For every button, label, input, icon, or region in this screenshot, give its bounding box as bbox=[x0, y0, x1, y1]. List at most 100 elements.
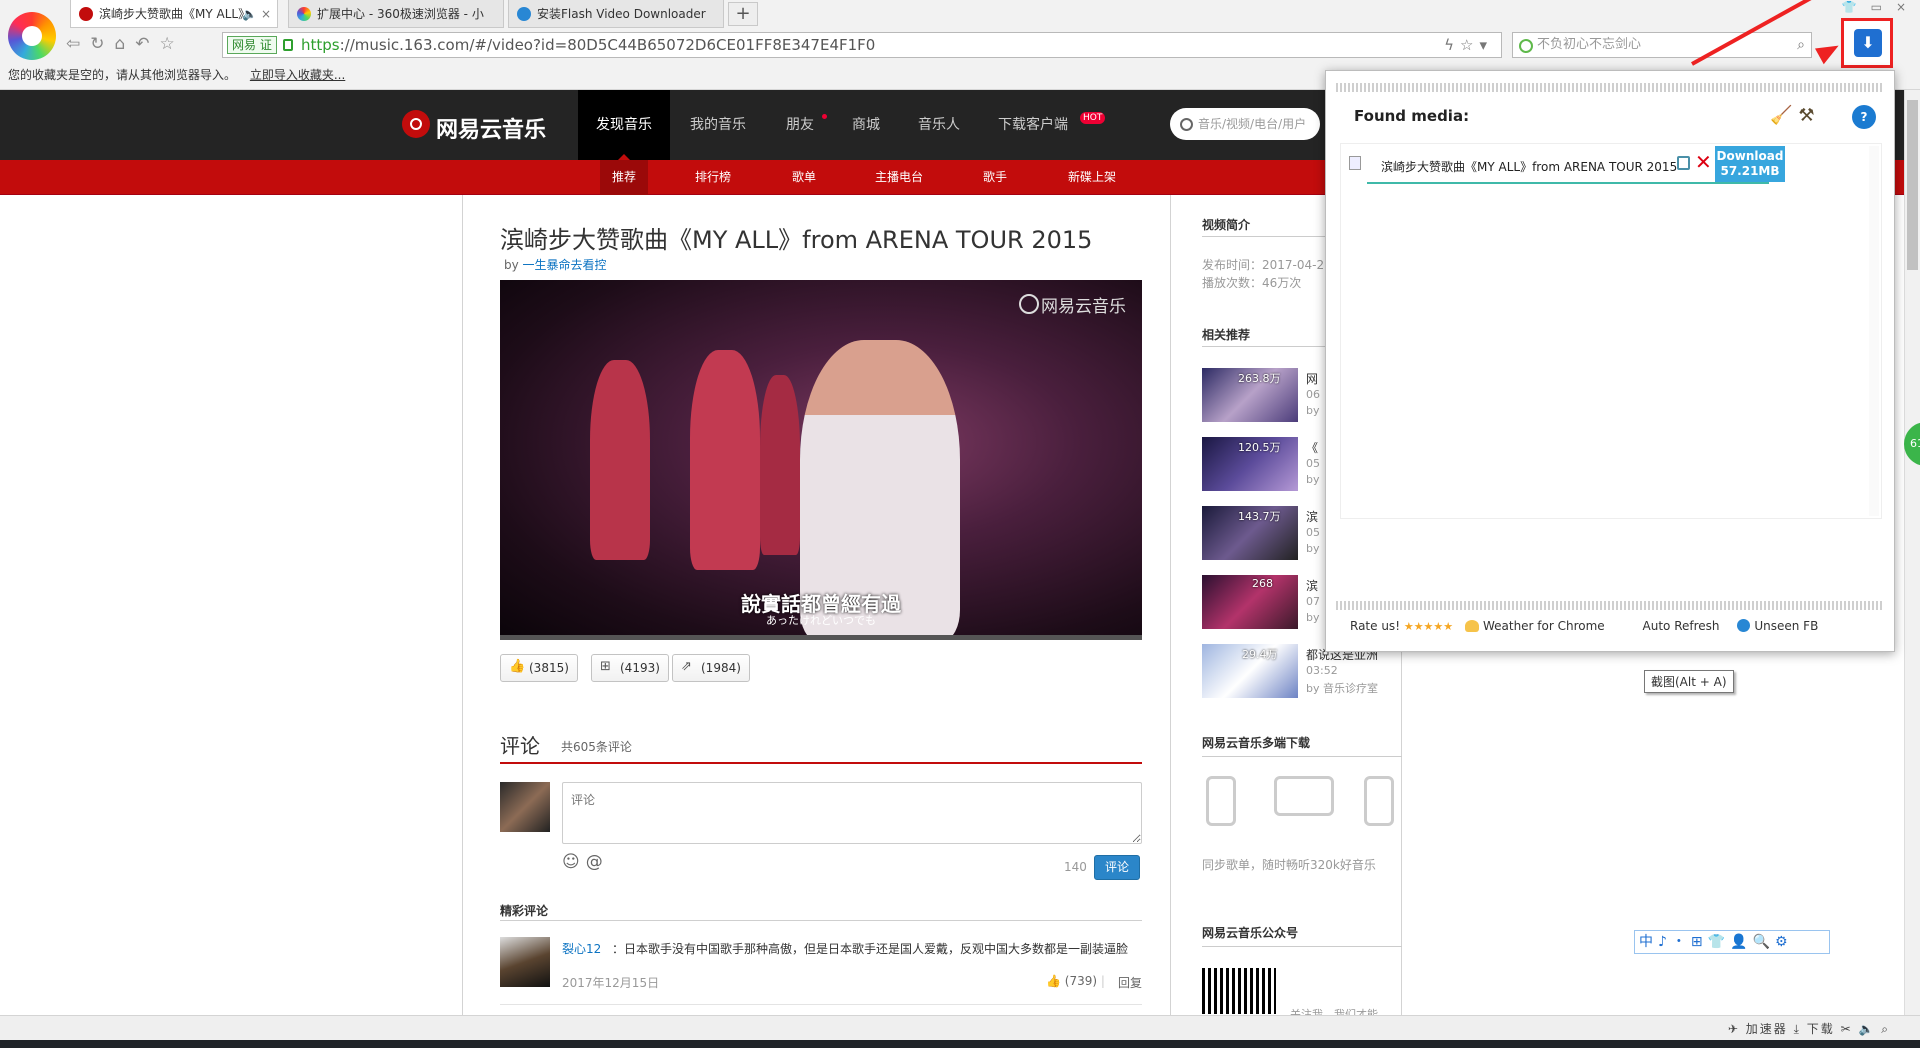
tab-flash-downloader[interactable]: 安装Flash Video Downloader bbox=[508, 0, 724, 28]
accelerator-label[interactable]: 加速器 bbox=[1746, 1022, 1788, 1036]
subnav-radio[interactable]: 主播电台 bbox=[875, 160, 923, 195]
rate-us-link[interactable]: Rate us! bbox=[1350, 619, 1400, 633]
subnav-artists[interactable]: 歌手 bbox=[983, 160, 1007, 195]
help-icon[interactable]: ? bbox=[1852, 105, 1876, 129]
reply-link[interactable]: 回复 bbox=[1118, 974, 1142, 991]
popup-grip-top[interactable] bbox=[1336, 83, 1884, 92]
unseen-fb-link[interactable]: Unseen FB bbox=[1754, 619, 1818, 633]
site-search-input[interactable]: 音乐/视频/电台/用户 bbox=[1170, 108, 1320, 140]
zoom-icon[interactable]: ⌕ bbox=[1881, 1022, 1890, 1036]
site-logo[interactable]: 网易云音乐 bbox=[402, 110, 546, 144]
popup-grip-bottom[interactable] bbox=[1336, 601, 1884, 610]
tab-netease[interactable]: 滨崎步大赞歌曲《MY ALL》 🔈 × bbox=[70, 0, 278, 28]
tab-extensions[interactable]: 扩展中心 - 360极速浏览器 - 小 bbox=[288, 0, 504, 28]
comment-divider bbox=[500, 1004, 1142, 1005]
nav-discover[interactable]: 发现音乐 bbox=[578, 90, 670, 160]
share-button[interactable]: ⇗ (1984) bbox=[672, 654, 750, 682]
thumbs-up-icon: 👍 bbox=[1046, 974, 1061, 988]
download-icon[interactable]: ⤓ bbox=[1794, 1022, 1801, 1036]
url-text[interactable]: https://music.163.com/#/video?id=80D5C44… bbox=[301, 36, 875, 54]
share-icon: ⇗ bbox=[681, 659, 692, 674]
windows-device-icon[interactable] bbox=[1274, 776, 1334, 816]
media-list: 滨崎步大赞歌曲《MY ALL》from ARENA TOUR 2015 ✕ Do… bbox=[1340, 143, 1882, 519]
weather-link[interactable]: Weather for Chrome bbox=[1483, 619, 1605, 633]
status-items: ✈ 加速器 ⤓ 下载 ✂ 🔈 ⌕ bbox=[1728, 1020, 1890, 1037]
video-title: 滨崎步大赞歌曲《MY ALL》from ARENA TOUR 2015 bbox=[500, 226, 1093, 254]
screenshot-icon[interactable]: ✂ bbox=[1841, 1022, 1853, 1036]
address-bar[interactable]: 网易 证 https://music.163.com/#/video?id=80… bbox=[222, 32, 1502, 58]
commenter-avatar[interactable] bbox=[500, 937, 550, 987]
download-button[interactable]: Download 57.21MB bbox=[1715, 146, 1785, 182]
subnav-ranking[interactable]: 排行榜 bbox=[695, 160, 731, 195]
home-icon[interactable]: ⌂ bbox=[115, 34, 136, 54]
mention-icon[interactable]: @ bbox=[586, 852, 609, 872]
skin-icon[interactable]: 👕 bbox=[1842, 0, 1871, 14]
page-scrollbar[interactable] bbox=[1904, 90, 1920, 1015]
netease-tab-icon bbox=[79, 7, 93, 21]
browser-search-input[interactable]: 不负初心不忘剑心 ⌕ bbox=[1512, 32, 1812, 58]
video-player[interactable]: 网易云音乐 說實話都曾經有過 あったけれどいつでも bbox=[500, 280, 1142, 640]
media-progress-line bbox=[1367, 182, 1769, 184]
subnav-playlists[interactable]: 歌单 bbox=[792, 160, 816, 195]
rating-stars[interactable]: ★★★★★ bbox=[1404, 620, 1453, 633]
broom-icon[interactable]: 🧹 bbox=[1770, 105, 1798, 126]
popup-scrollbar[interactable] bbox=[1869, 146, 1879, 516]
emoji-icon[interactable]: ☺ bbox=[562, 852, 586, 872]
import-bookmarks-link[interactable]: 立即导入收藏夹... bbox=[250, 68, 345, 82]
nav-musician[interactable]: 音乐人 bbox=[918, 90, 960, 160]
like-button[interactable]: 👍 (3815) bbox=[500, 654, 578, 682]
site-verified-badge[interactable]: 网易 证 bbox=[227, 36, 277, 54]
video-progress-bar[interactable] bbox=[500, 635, 1142, 640]
submit-comment-button[interactable]: 评论 bbox=[1094, 855, 1140, 880]
copy-icon[interactable] bbox=[1677, 156, 1690, 170]
remove-icon[interactable]: ✕ bbox=[1695, 150, 1712, 174]
window-controls[interactable]: 👕▭× bbox=[1842, 0, 1920, 18]
apple-device-icon[interactable] bbox=[1206, 776, 1236, 826]
dropdown-arrow-icon[interactable]: ▾ bbox=[1479, 36, 1493, 54]
ime-toolbar[interactable]: 中♪・⊞👕👤🔍⚙ bbox=[1634, 930, 1830, 954]
related-video[interactable]: 29.4万 都说这是亚洲 03:52 by 音乐诊疗室 bbox=[1202, 644, 1402, 700]
nav-store[interactable]: 商城 bbox=[852, 90, 880, 160]
tools-icon[interactable]: ⚒ bbox=[1798, 105, 1820, 126]
comment-like-button[interactable]: 👍 (739) | bbox=[1046, 974, 1105, 988]
download-label[interactable]: 下载 bbox=[1807, 1022, 1835, 1036]
nav-my-music[interactable]: 我的音乐 bbox=[690, 90, 746, 160]
commenter-name[interactable]: 裂心12 bbox=[562, 940, 601, 957]
android-device-icon[interactable] bbox=[1364, 776, 1394, 826]
subnav-new-albums[interactable]: 新碟上架 bbox=[1068, 160, 1116, 195]
char-limit: 140 bbox=[1064, 860, 1087, 874]
screenshot-tooltip: 截图(Alt + A) bbox=[1644, 670, 1734, 693]
hot-comments-divider bbox=[500, 920, 1142, 921]
star-icon[interactable]: ☆ bbox=[160, 34, 185, 54]
wechat-title: 网易云音乐公众号 bbox=[1202, 926, 1299, 940]
accelerator-icon[interactable]: ✈ bbox=[1728, 1022, 1740, 1036]
collect-button[interactable]: ⊞ (4193) bbox=[591, 654, 669, 682]
video-downloader-extension-button[interactable]: ⬇ bbox=[1841, 18, 1893, 68]
bookmark-star-icon[interactable]: ☆ bbox=[1460, 36, 1479, 54]
hot-badge: HOT bbox=[1080, 112, 1106, 124]
browser-logo[interactable] bbox=[8, 12, 56, 60]
nav-friends[interactable]: 朋友 bbox=[786, 90, 814, 160]
minimize-icon[interactable]: ▭ bbox=[1871, 0, 1896, 14]
back-icon[interactable]: ⇦ bbox=[66, 34, 90, 54]
related-date: 05 bbox=[1306, 526, 1320, 539]
user-avatar[interactable] bbox=[500, 782, 550, 832]
sound-icon[interactable]: 🔈 bbox=[1858, 1022, 1875, 1036]
scrollbar-thumb[interactable] bbox=[1907, 100, 1918, 270]
new-tab-button[interactable]: + bbox=[728, 2, 758, 26]
close-window-icon[interactable]: × bbox=[1896, 0, 1920, 14]
author-link[interactable]: 一生暴命去看控 bbox=[523, 258, 607, 272]
undo-icon[interactable]: ↶ bbox=[135, 34, 159, 54]
downloader-tab-icon bbox=[517, 7, 531, 21]
nav-download-client[interactable]: 下载客户端 bbox=[998, 90, 1068, 160]
comment-input[interactable] bbox=[562, 782, 1142, 844]
related-play-count: 29.4万 bbox=[1242, 648, 1278, 661]
refresh-icon[interactable]: ↻ bbox=[90, 34, 114, 54]
related-play-count: 143.7万 bbox=[1238, 510, 1281, 523]
lightning-icon[interactable]: ϟ bbox=[1444, 36, 1460, 54]
weather-icon bbox=[1464, 620, 1479, 632]
subnav-recommend[interactable]: 推荐 bbox=[600, 160, 649, 195]
auto-refresh-link[interactable]: Auto Refresh bbox=[1643, 619, 1720, 633]
tab-audio-close-icon[interactable]: 🔈 × bbox=[242, 0, 271, 27]
search-icon[interactable]: ⌕ bbox=[1797, 33, 1805, 57]
